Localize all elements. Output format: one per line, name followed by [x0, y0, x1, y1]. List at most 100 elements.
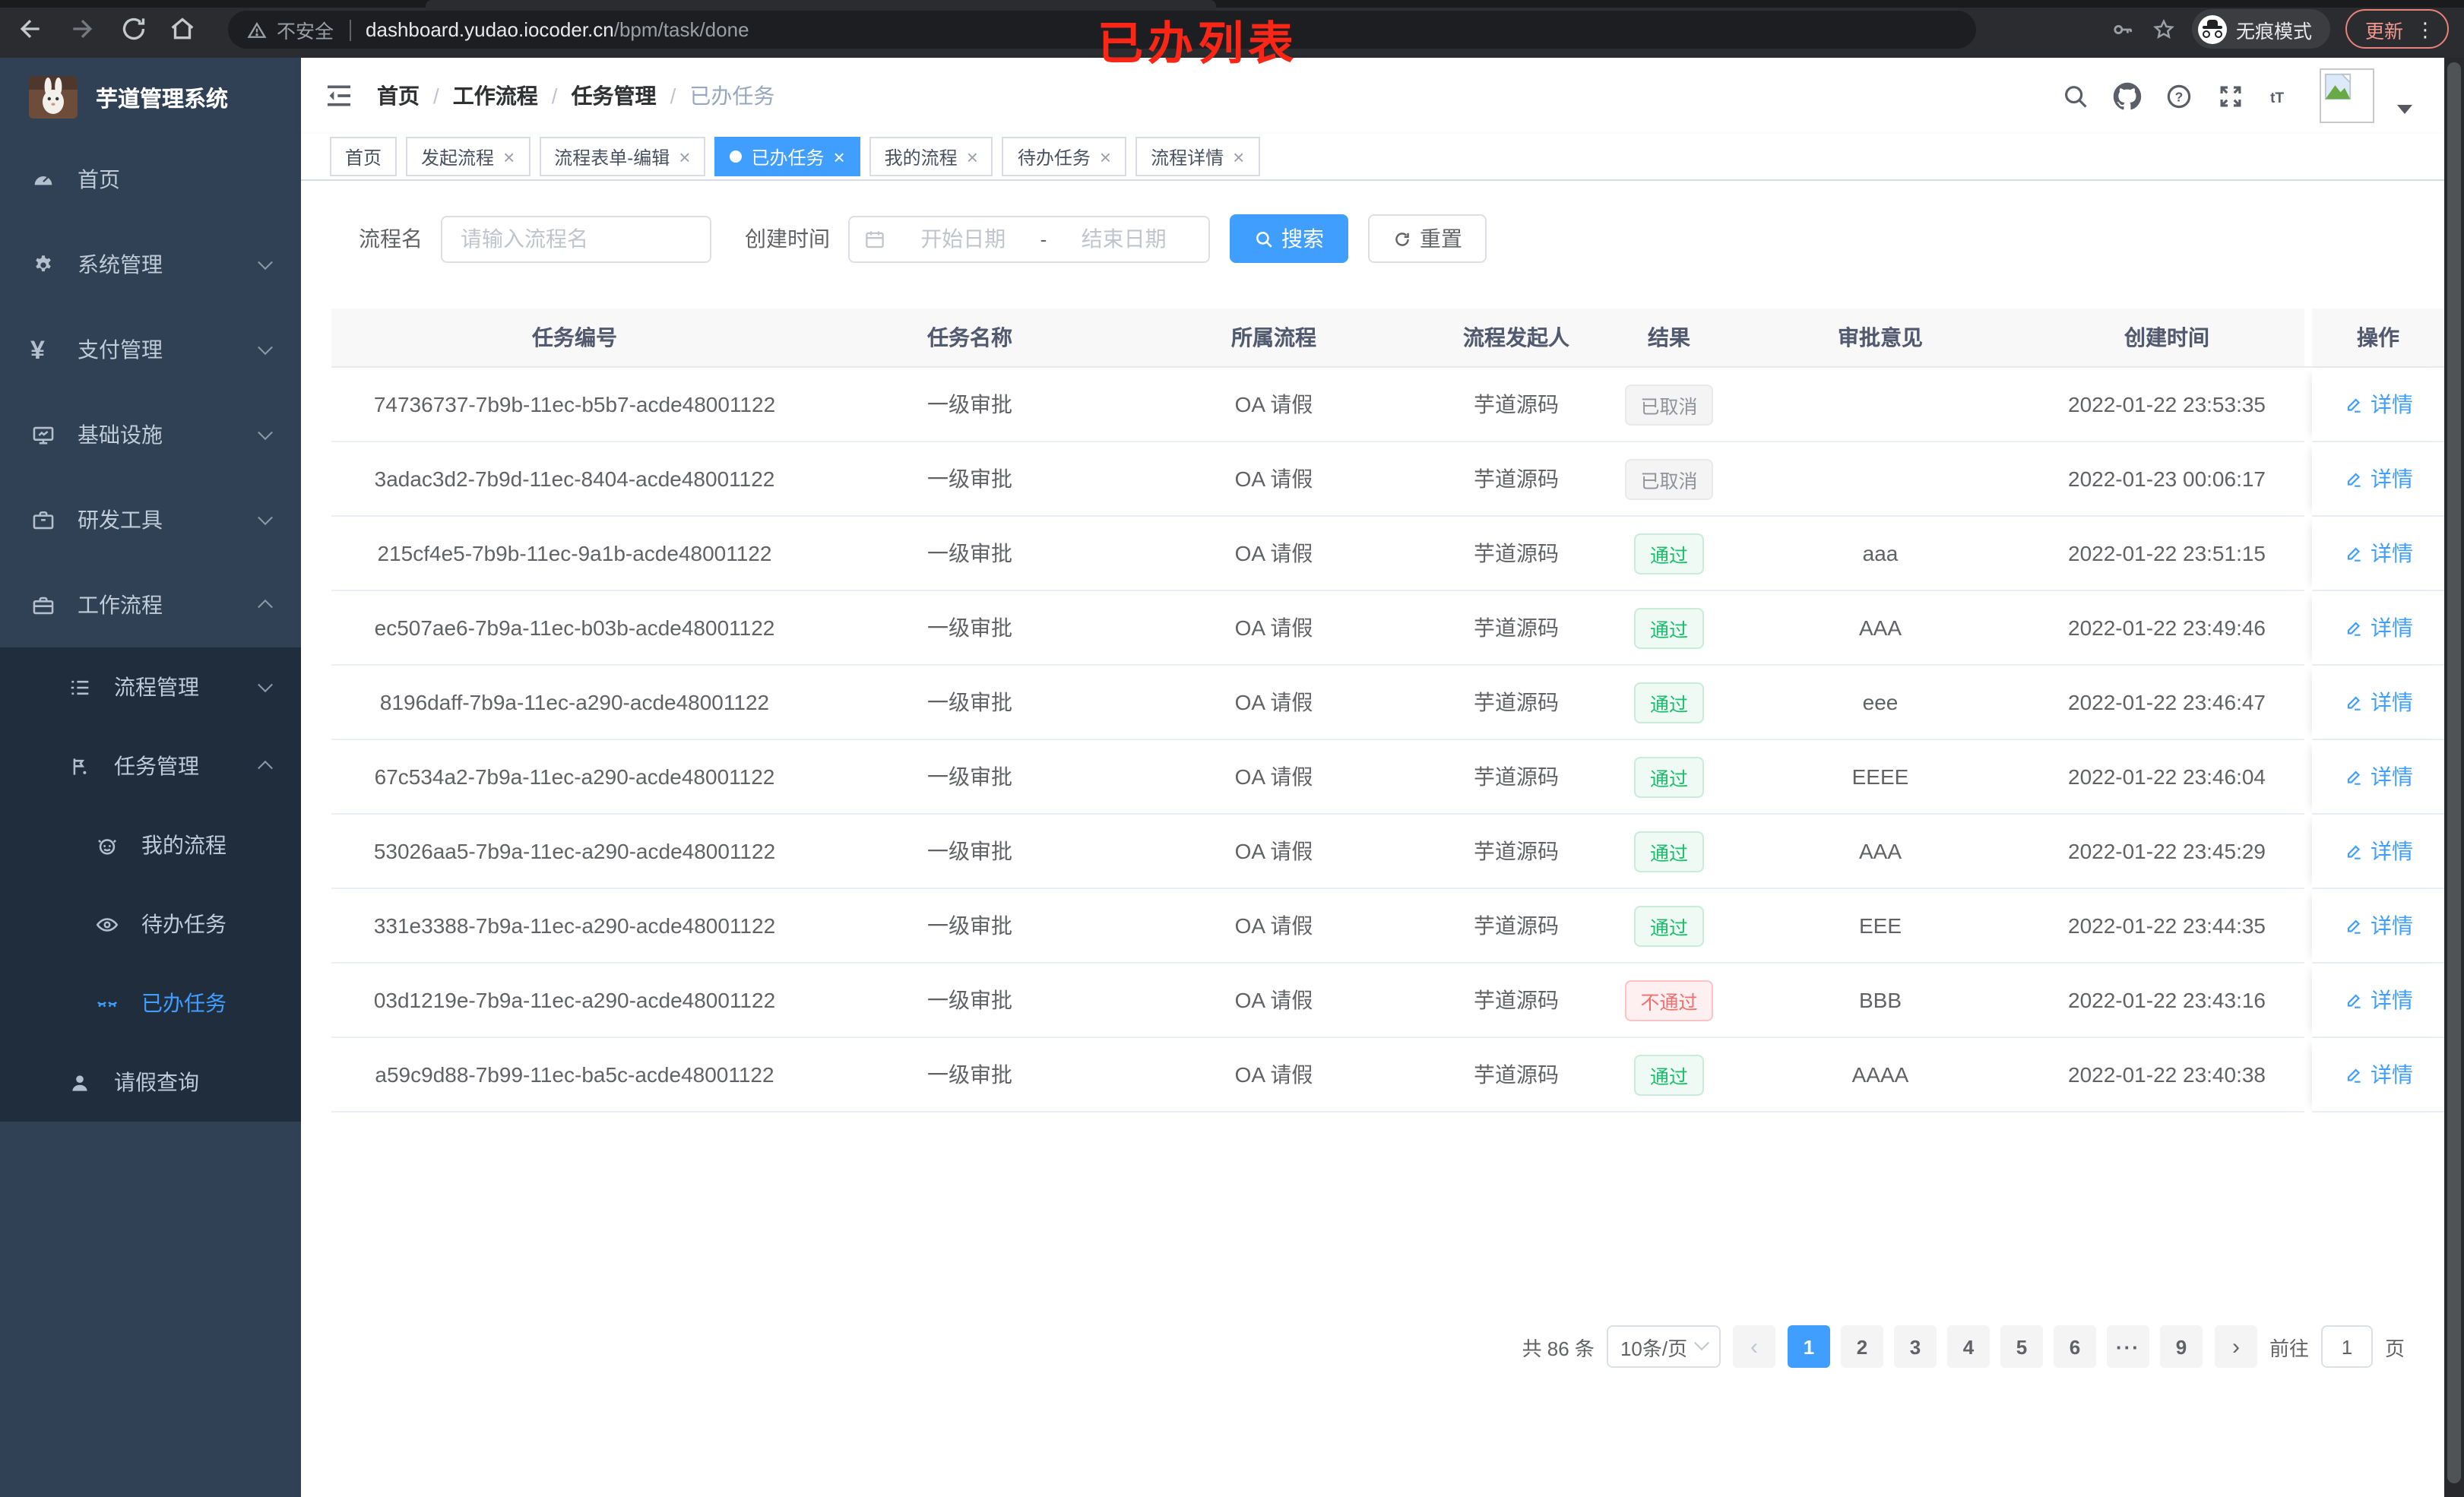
fullscreen-icon[interactable]: [2216, 81, 2245, 110]
breadcrumb-item[interactable]: 任务管理: [572, 81, 657, 111]
tab[interactable]: 首页 ×: [330, 137, 397, 176]
scrollbar-thumb[interactable]: [2447, 62, 2461, 1483]
home-icon[interactable]: [167, 14, 198, 44]
detail-link-label[interactable]: 详情: [2371, 985, 2413, 1015]
caret-down-icon[interactable]: [2397, 105, 2412, 114]
key-icon[interactable]: [2110, 16, 2136, 42]
tab-label[interactable]: 发起流程: [421, 144, 494, 169]
security-label[interactable]: 不安全: [277, 15, 334, 44]
cell-process: OA 请假: [1122, 964, 1426, 1038]
page-button[interactable]: 3: [1893, 1325, 1937, 1368]
end-date-placeholder[interactable]: 结束日期: [1053, 223, 1195, 254]
page-button[interactable]: 6: [2053, 1325, 2096, 1368]
hamburger-icon[interactable]: [324, 81, 354, 111]
detail-link[interactable]: 详情: [2343, 389, 2413, 419]
scrollbar[interactable]: [2444, 58, 2464, 1497]
detail-link-label[interactable]: 详情: [2371, 389, 2413, 419]
detail-link[interactable]: 详情: [2343, 687, 2413, 717]
breadcrumb-item[interactable]: 工作流程: [453, 81, 538, 111]
tab[interactable]: 发起流程 ×: [406, 137, 530, 176]
detail-link-label[interactable]: 详情: [2371, 612, 2413, 643]
browser-menu-icon[interactable]: ⋮: [2415, 19, 2435, 39]
tab-label[interactable]: 待办任务: [1018, 144, 1091, 169]
chevron-down-icon: [1694, 1334, 1709, 1350]
help-icon[interactable]: ?: [2165, 81, 2193, 110]
sidebar-item-my-process[interactable]: 我的流程: [0, 805, 301, 885]
sidebar-item-leave-query[interactable]: 请假查询: [0, 1043, 301, 1122]
update-button[interactable]: 更新 ⋮: [2345, 9, 2449, 49]
star-icon[interactable]: [2151, 16, 2177, 42]
next-page-button[interactable]: ›: [2214, 1325, 2257, 1368]
date-range-picker[interactable]: 开始日期 - 结束日期: [848, 215, 1210, 262]
reload-icon[interactable]: [119, 14, 149, 44]
detail-link-label[interactable]: 详情: [2371, 761, 2413, 792]
sidebar-item-process-mgmt[interactable]: 流程管理: [0, 647, 301, 726]
tab[interactable]: 我的流程 ×: [869, 137, 993, 176]
tab-label[interactable]: 我的流程: [885, 144, 958, 169]
process-name-input[interactable]: [441, 215, 711, 262]
sidebar-item-system[interactable]: 系统管理: [0, 222, 301, 307]
sidebar-item-workflow[interactable]: 工作流程: [0, 562, 301, 647]
detail-link[interactable]: 详情: [2343, 761, 2413, 792]
fixed-col-gap: [2304, 368, 2312, 442]
back-icon[interactable]: [15, 14, 46, 44]
sidebar-item-infra[interactable]: 基础设施: [0, 392, 301, 477]
search-icon[interactable]: [2061, 81, 2090, 110]
app-logo-row[interactable]: 芋道管理系统: [0, 58, 301, 134]
tab[interactable]: 已办任务 ×: [714, 137, 860, 176]
detail-link-label[interactable]: 详情: [2371, 538, 2413, 568]
sidebar-item-home[interactable]: 首页: [0, 137, 301, 222]
forward-icon[interactable]: [67, 14, 97, 44]
breadcrumb-item[interactable]: 首页: [377, 81, 420, 111]
flow-icon: [67, 753, 93, 779]
detail-link[interactable]: 详情: [2343, 464, 2413, 494]
detail-link[interactable]: 详情: [2343, 538, 2413, 568]
tab[interactable]: 流程详情 ×: [1135, 137, 1260, 176]
detail-link-label[interactable]: 详情: [2371, 836, 2413, 866]
sidebar-item-done-tasks[interactable]: 已办任务: [0, 964, 301, 1043]
page-button[interactable]: 5: [2000, 1325, 2043, 1368]
tab[interactable]: 待办任务 ×: [1002, 137, 1127, 176]
chevron-down-icon: [258, 340, 273, 356]
tab-label[interactable]: 首页: [345, 144, 382, 169]
font-size-icon[interactable]: tT: [2268, 81, 2297, 110]
sidebar-item-pay[interactable]: ¥ 支付管理: [0, 307, 301, 392]
close-icon[interactable]: ×: [1233, 147, 1244, 166]
page-size-select[interactable]: 10条/页: [1606, 1325, 1721, 1368]
detail-link[interactable]: 详情: [2343, 910, 2413, 941]
tab-label[interactable]: 流程表单-编辑: [554, 144, 670, 169]
reset-button[interactable]: 重置: [1368, 214, 1487, 263]
tab-label[interactable]: 已办任务: [751, 144, 824, 169]
detail-link[interactable]: 详情: [2343, 836, 2413, 866]
detail-link-label[interactable]: 详情: [2371, 464, 2413, 494]
detail-link[interactable]: 详情: [2343, 612, 2413, 643]
page-button[interactable]: 2: [1840, 1325, 1883, 1368]
sidebar-item-task-mgmt[interactable]: 任务管理: [0, 726, 301, 805]
page-button[interactable]: 1: [1787, 1325, 1830, 1368]
close-icon[interactable]: ×: [967, 147, 978, 166]
tab[interactable]: 流程表单-编辑 ×: [539, 137, 706, 176]
search-button[interactable]: 搜索: [1230, 214, 1348, 263]
cell-process: OA 请假: [1122, 591, 1426, 666]
start-date-placeholder[interactable]: 开始日期: [892, 223, 1034, 254]
page-button[interactable]: 9: [2159, 1325, 2203, 1368]
detail-link-label[interactable]: 详情: [2371, 910, 2413, 941]
goto-page-input[interactable]: [2320, 1325, 2373, 1368]
detail-link[interactable]: 详情: [2343, 985, 2413, 1015]
detail-link[interactable]: 详情: [2343, 1059, 2413, 1090]
close-icon[interactable]: ×: [679, 147, 690, 166]
sidebar-item-devtools[interactable]: 研发工具: [0, 477, 301, 562]
github-icon[interactable]: [2113, 81, 2142, 110]
detail-link-label[interactable]: 详情: [2371, 1059, 2413, 1090]
close-icon[interactable]: ×: [833, 147, 844, 166]
page-button[interactable]: 4: [1946, 1325, 1990, 1368]
detail-link-label[interactable]: 详情: [2371, 687, 2413, 717]
close-icon[interactable]: ×: [503, 147, 515, 166]
close-icon[interactable]: ×: [1100, 147, 1111, 166]
prev-page-button[interactable]: ‹: [1732, 1325, 1775, 1368]
avatar[interactable]: [2320, 68, 2374, 123]
total-count: 共 86 条: [1522, 1337, 1595, 1359]
tab-label[interactable]: 流程详情: [1151, 144, 1224, 169]
page-button[interactable]: ···: [2106, 1325, 2149, 1368]
sidebar-item-todo-tasks[interactable]: 待办任务: [0, 885, 301, 964]
